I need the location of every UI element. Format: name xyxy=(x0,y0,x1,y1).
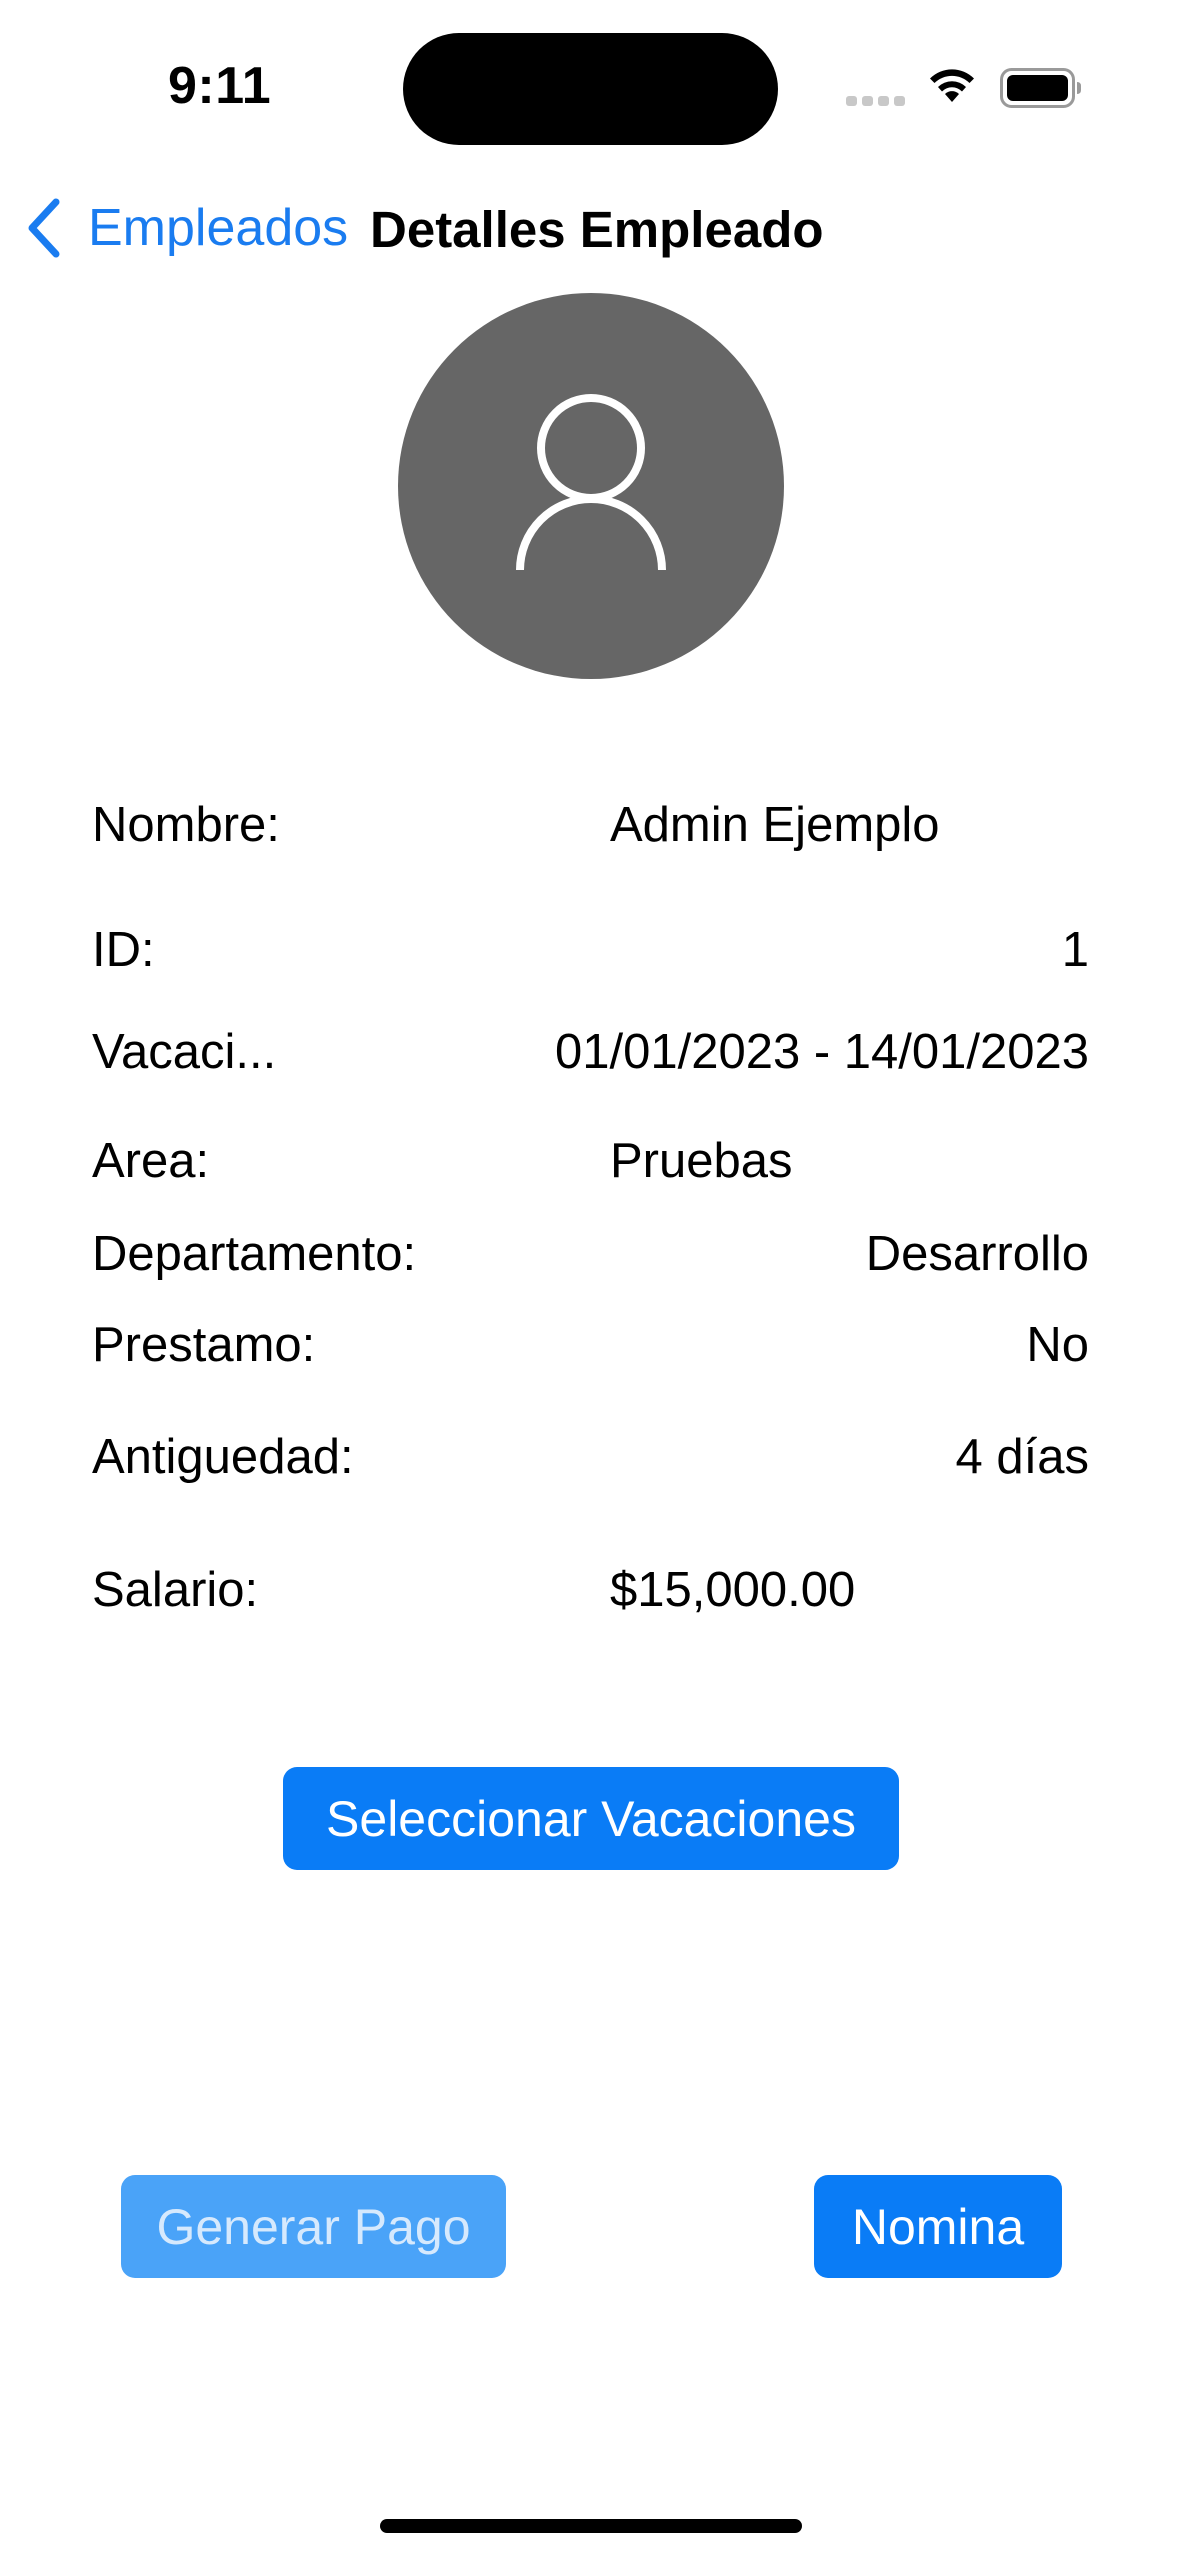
back-button[interactable]: Empleados xyxy=(24,196,348,260)
vacaciones-label: Vacaci... xyxy=(92,1025,277,1079)
avatar xyxy=(398,293,784,679)
departamento-label: Departamento: xyxy=(92,1227,417,1281)
cellular-signal-icon xyxy=(846,96,905,106)
departamento-value: Desarrollo xyxy=(865,1227,1089,1281)
person-icon xyxy=(516,394,666,571)
nomina-button[interactable]: Nomina xyxy=(814,2175,1062,2278)
area-label: Area: xyxy=(92,1134,210,1188)
back-button-label: Empleados xyxy=(88,199,349,257)
page-title: Detalles Empleado xyxy=(370,201,824,258)
dynamic-island xyxy=(403,33,778,145)
antiguedad-value: 4 días xyxy=(955,1430,1089,1484)
wifi-icon xyxy=(930,69,974,102)
nombre-label: Nombre: xyxy=(92,798,280,852)
antiguedad-label: Antiguedad: xyxy=(92,1430,354,1484)
salario-label: Salario: xyxy=(92,1563,259,1617)
nombre-value: Admin Ejemplo xyxy=(610,798,940,852)
id-label: ID: xyxy=(92,923,155,977)
salario-value: $15,000.00 xyxy=(610,1563,856,1617)
id-value: 1 xyxy=(1061,923,1089,977)
area-value: Pruebas xyxy=(610,1134,793,1188)
chevron-left-icon xyxy=(28,198,60,258)
battery-icon xyxy=(1000,68,1081,108)
vacaciones-value: 01/01/2023 - 14/01/2023 xyxy=(554,1025,1089,1079)
home-indicator xyxy=(380,2519,802,2533)
prestamo-label: Prestamo: xyxy=(92,1318,316,1372)
generar-pago-button[interactable]: Generar Pago xyxy=(121,2175,506,2278)
prestamo-value: No xyxy=(1026,1318,1089,1372)
seleccionar-vacaciones-button[interactable]: Seleccionar Vacaciones xyxy=(283,1767,899,1870)
status-time: 9:11 xyxy=(168,57,272,115)
